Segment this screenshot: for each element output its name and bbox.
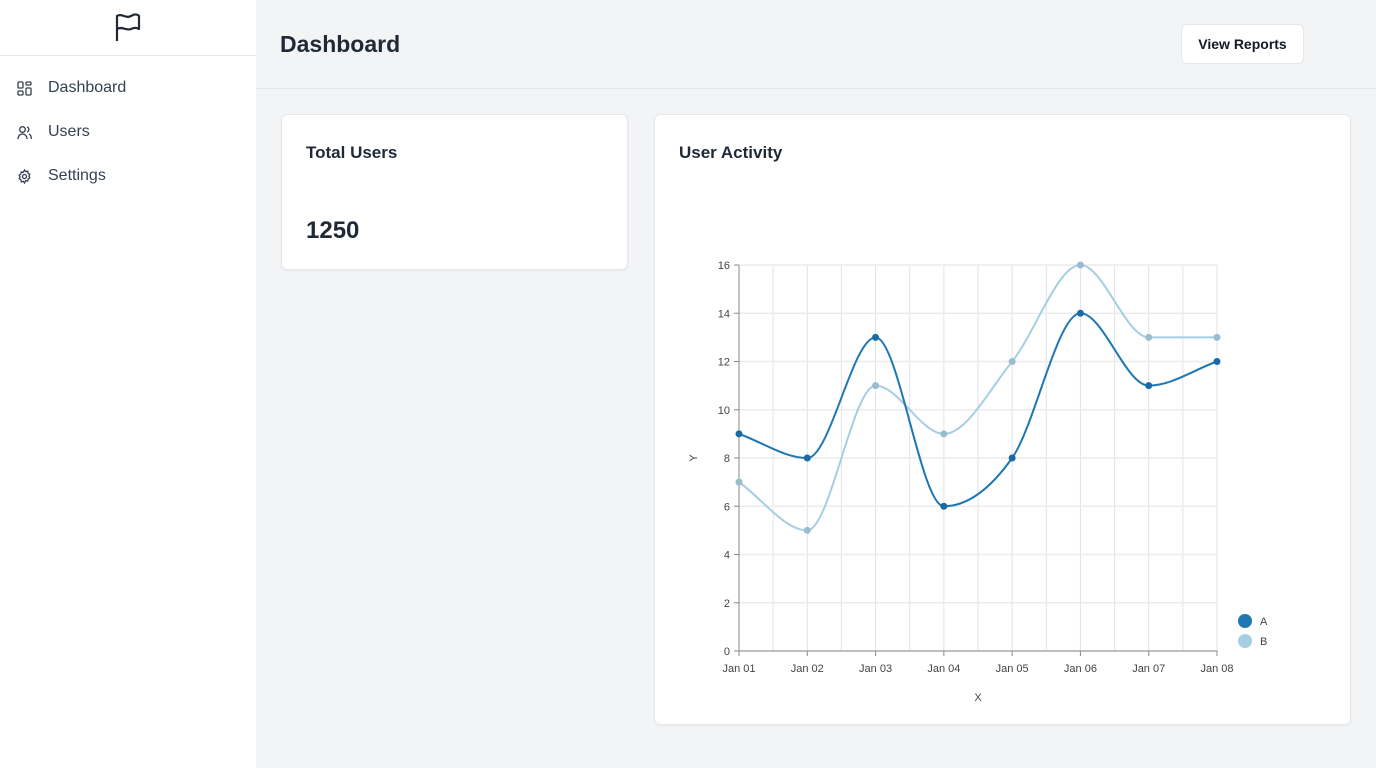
y-tick-label: 2 <box>724 598 730 610</box>
legend-swatch-B <box>1238 634 1252 648</box>
data-point-B <box>1145 333 1153 341</box>
data-point-B <box>1008 358 1016 365</box>
y-tick-label: 0 <box>724 646 730 658</box>
dashboard-grid-icon <box>17 80 32 96</box>
data-point-B <box>940 430 948 438</box>
y-axis-label: Y <box>688 454 700 462</box>
legend-swatch-A <box>1238 614 1252 628</box>
data-point-A <box>1213 358 1221 365</box>
y-tick-label: 4 <box>724 550 730 562</box>
data-point-B <box>1076 261 1084 269</box>
flag-icon <box>115 12 141 41</box>
x-tick-label: Jan 04 <box>927 663 960 675</box>
users-icon <box>17 125 32 139</box>
x-tick-label: Jan 01 <box>722 663 755 675</box>
total-users-value: 1250 <box>306 217 360 244</box>
data-point-A <box>803 454 811 462</box>
sidebar-item-label: Users <box>48 123 90 140</box>
total-users-card: Total Users 1250 <box>281 114 628 270</box>
data-point-B <box>803 526 811 534</box>
x-tick-label: Jan 08 <box>1200 663 1233 675</box>
logo <box>0 0 256 56</box>
x-tick-label: Jan 02 <box>791 663 824 675</box>
data-point-A <box>735 430 743 438</box>
y-tick-label: 14 <box>718 308 730 320</box>
data-point-B <box>872 382 880 390</box>
y-tick-label: 12 <box>718 357 730 369</box>
x-tick-label: Jan 03 <box>859 663 892 675</box>
gear-icon <box>18 168 31 184</box>
data-point-A <box>1076 309 1084 317</box>
x-tick-label: Jan 05 <box>996 663 1029 675</box>
legend-label: A <box>1260 616 1268 628</box>
x-tick-label: Jan 06 <box>1064 663 1097 675</box>
data-point-A <box>940 502 948 510</box>
sidebar-item-label: Dashboard <box>48 79 127 96</box>
data-point-A <box>1145 382 1153 390</box>
user-activity-card: User Activity 0 2 4 6 8 10 12 14 16 Jan 01 Jan 02 J… <box>654 114 1351 725</box>
y-tick-label: 16 <box>718 260 730 272</box>
y-tick-label: 8 <box>724 453 730 465</box>
data-point-A <box>872 333 880 341</box>
page-title: Dashboard <box>280 30 401 57</box>
sidebar-item-dashboard[interactable]: Dashboard <box>0 66 256 110</box>
data-point-B <box>1213 333 1221 341</box>
sidebar-item-label: Settings <box>48 167 106 184</box>
card-title: Total Users <box>306 143 398 162</box>
x-tick-label: Jan 07 <box>1132 663 1165 675</box>
view-reports-button[interactable]: View Reports <box>1181 24 1304 64</box>
data-point-B <box>735 478 743 486</box>
data-point-A <box>1008 454 1016 462</box>
sidebar-item-settings[interactable]: Settings <box>0 154 256 198</box>
y-tick-label: 10 <box>718 405 730 417</box>
user-activity-chart: 0 2 4 6 8 10 12 14 16 Jan 01 Jan 02 Jan 03 Jan 04 Jan… <box>688 260 1268 704</box>
sidebar: Dashboard Users Settings <box>0 0 256 768</box>
y-tick-label: 6 <box>724 501 730 513</box>
legend-label: B <box>1260 636 1267 648</box>
page-header: Dashboard View Reports <box>256 0 1376 89</box>
x-axis-label: X <box>974 692 982 704</box>
sidebar-item-users[interactable]: Users <box>0 110 256 154</box>
